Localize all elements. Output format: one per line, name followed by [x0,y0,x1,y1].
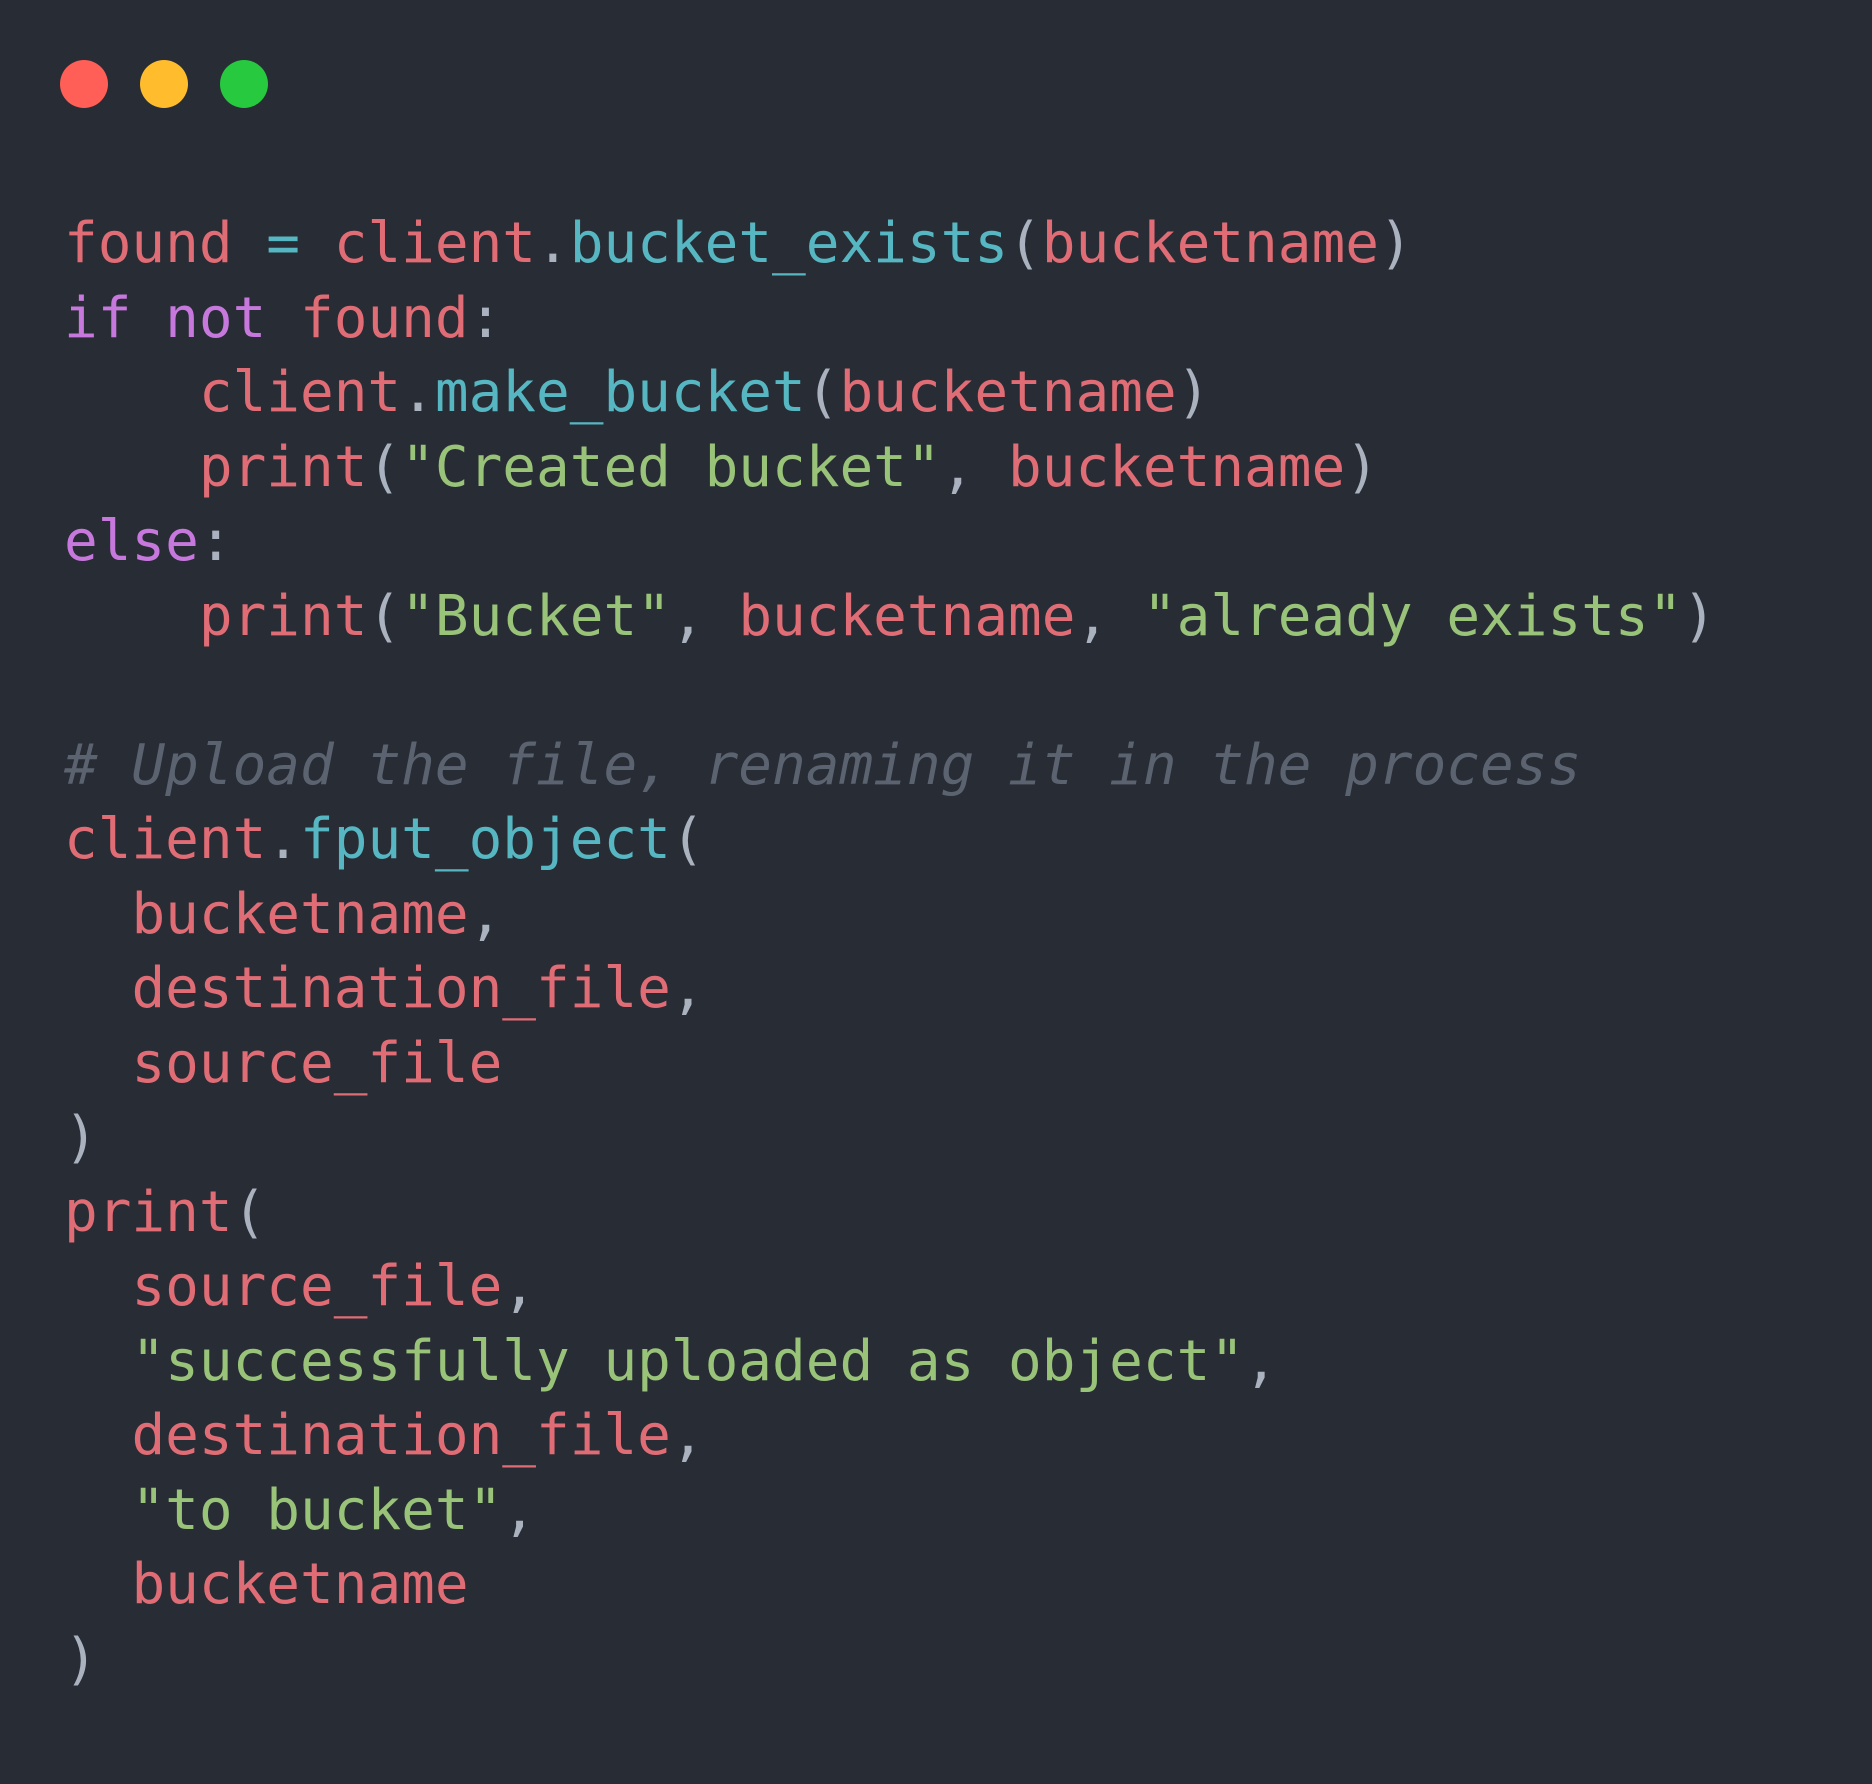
code-token-punctuation: : [198,509,233,574]
code-token-variable: source_file [131,1030,503,1096]
code-token-comment: # Upload the file, renaming it in the pr… [64,732,1582,798]
code-token-punctuation: . [536,211,570,276]
code-token-string: "Created bucket" [401,434,941,500]
code-token-string: "successfully uploaded as object" [131,1328,1245,1394]
code-token-punctuation: ( [670,807,705,872]
code-token-punctuation: ) [64,1105,98,1170]
code-token-punctuation: ) [1378,211,1413,276]
code-token-punctuation: , [502,1254,537,1319]
code-token-variable: print [198,583,368,649]
code-token-punctuation: , [670,956,705,1021]
code-token-punctuation: , [670,1403,705,1468]
code-token-punctuation: , [1244,1328,1278,1394]
code-token-variable: print [64,1179,233,1245]
code-token-keyword: else [64,509,199,574]
code-token-punctuation: ) [1682,583,1717,649]
code-token-string: "to bucket" [131,1477,503,1543]
code-line: ​ [64,654,1716,729]
code-token-variable: found [300,285,469,351]
code-token-function: = [266,211,301,276]
code-line: if not found: [64,282,1716,357]
code-token-punctuation [64,882,131,947]
code-token-punctuation [64,1254,131,1319]
code-line: else: [64,505,1716,580]
code-token-punctuation: , [670,583,739,649]
code-token-variable: source_file [131,1254,503,1319]
code-token-punctuation: . [401,360,435,425]
close-button[interactable] [60,60,108,108]
code-token-punctuation [64,1329,131,1394]
code-block: found = client.bucket_exists(bucketname)… [64,207,1716,1697]
code-token-string: "already exists" [1142,583,1683,649]
code-token-punctuation: . [266,807,301,872]
code-line: destination_file, [64,1399,1716,1474]
code-token-punctuation: ) [64,1626,98,1692]
code-token-variable: client [198,360,402,425]
code-line: source_file, [64,1250,1716,1325]
code-token-punctuation [266,286,300,351]
code-token-punctuation: , [468,881,503,947]
code-token-keyword: if [64,285,132,351]
code-token-function: bucket_exists [569,211,1009,276]
code-token-punctuation [64,1031,131,1096]
code-line: "successfully uploaded as object", [64,1325,1716,1400]
code-token-punctuation [64,1403,131,1468]
code-token-variable: found [64,211,233,276]
code-line: bucketname, [64,878,1716,953]
code-token-punctuation [64,360,199,425]
code-line: print( [64,1176,1716,1251]
code-token-punctuation: ( [232,1179,267,1245]
code-line: client.make_bucket(bucketname) [64,356,1716,431]
code-token-punctuation: , [940,434,1009,500]
code-token-variable: destination_file [131,1403,671,1468]
code-line: destination_file, [64,952,1716,1027]
code-line: ) [64,1101,1716,1176]
window-controls [60,60,268,108]
code-token-keyword: not [165,285,267,351]
code-line: ) [64,1623,1716,1698]
maximize-button[interactable] [220,60,268,108]
code-token-variable: destination_file [131,956,671,1021]
code-token-punctuation [233,211,267,276]
code-token-punctuation: , [502,1477,537,1543]
minimize-button[interactable] [140,60,188,108]
code-token-punctuation [64,1478,131,1543]
code-token-function: make_bucket [434,360,806,425]
code-token-punctuation [64,956,131,1021]
code-token-punctuation [64,584,199,649]
code-line: "to bucket", [64,1474,1716,1549]
code-token-punctuation: , [1075,583,1143,649]
code-token-variable: bucketname [839,360,1177,425]
code-token-punctuation: ) [1176,360,1211,425]
code-token-variable: bucketname [1008,434,1346,500]
code-token-punctuation: ( [805,360,840,425]
code-token-variable: bucketname [1041,211,1379,276]
code-line: bucketname [64,1548,1716,1623]
code-token-variable: bucketname [131,1552,469,1617]
code-token-punctuation [64,435,199,500]
code-line: source_file [64,1027,1716,1102]
code-token-punctuation [64,1552,131,1617]
code-token-variable: client [64,807,267,872]
code-token-punctuation [300,211,334,276]
code-token-variable: print [198,434,368,500]
code-token-punctuation: ( [1008,211,1042,276]
code-token-punctuation: ( [367,434,402,500]
code-window: found = client.bucket_exists(bucketname)… [0,0,1872,1784]
code-line: client.fput_object( [64,803,1716,878]
code-token-string: "Bucket" [401,583,671,649]
code-line: print("Created bucket", bucketname) [64,431,1716,506]
code-line: print("Bucket", bucketname, "already exi… [64,580,1716,655]
code-token-function: fput_object [300,807,671,872]
code-token-punctuation: ) [1345,434,1379,500]
code-token-variable: bucketname [131,881,469,947]
code-token-punctuation: : [468,285,503,351]
code-token-variable: client [333,211,537,276]
code-line: found = client.bucket_exists(bucketname) [64,207,1716,282]
code-line: # Upload the file, renaming it in the pr… [64,729,1716,804]
code-token-punctuation [131,286,165,351]
code-token-punctuation: ( [367,583,402,649]
code-token-variable: bucketname [738,583,1076,649]
